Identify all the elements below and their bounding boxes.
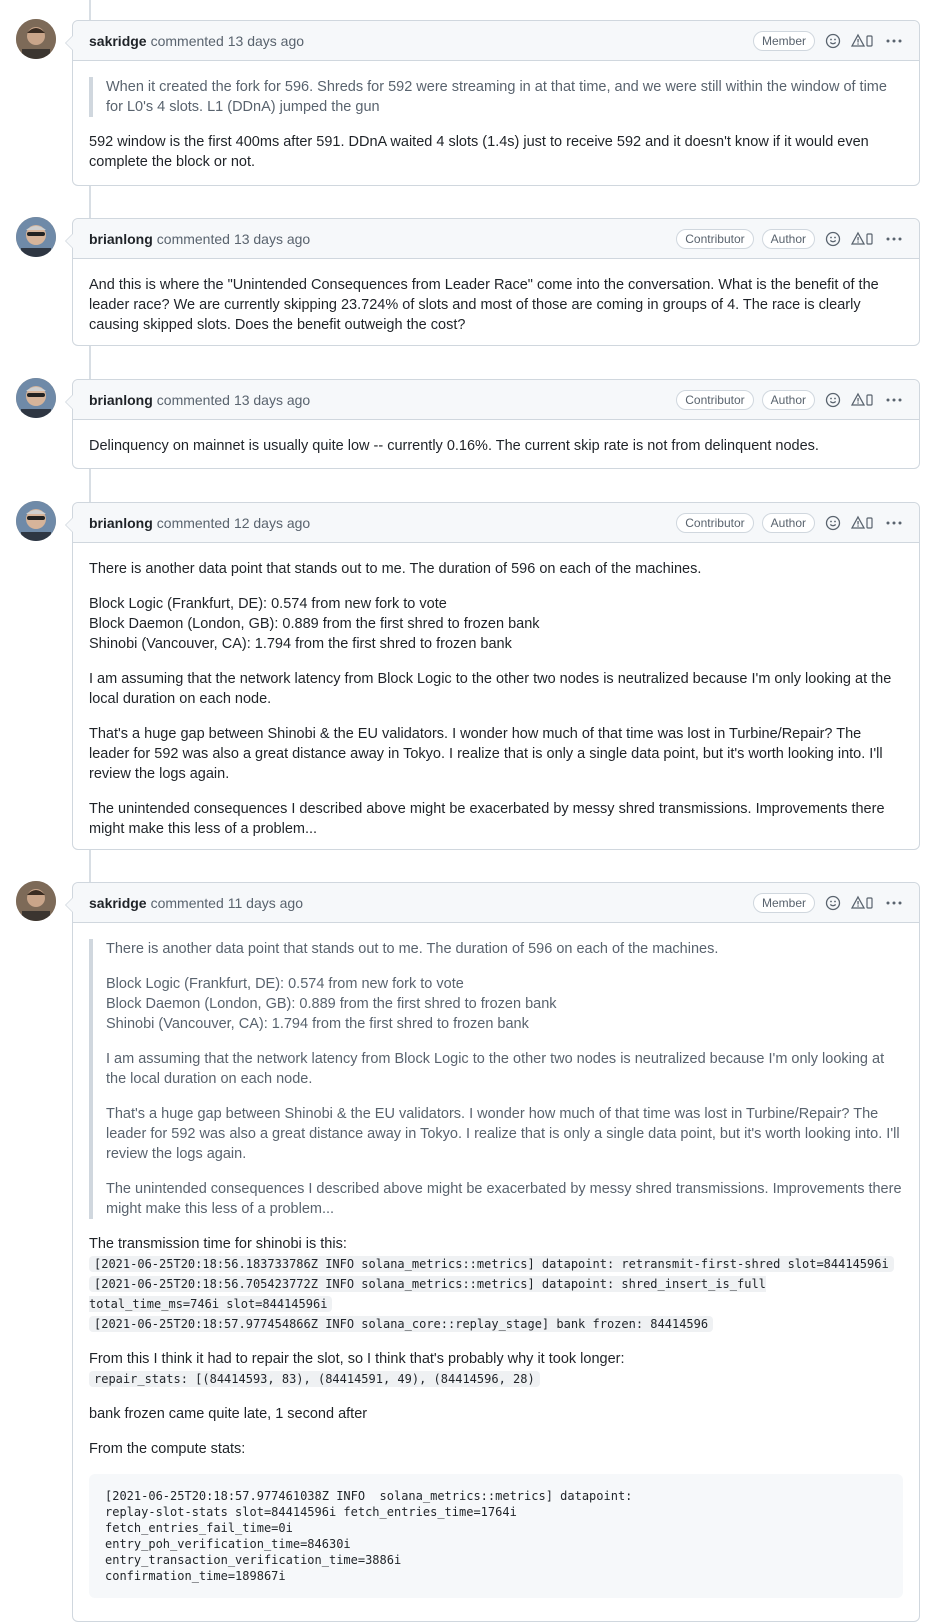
comment-author[interactable]: brianlong [89,231,153,247]
kebab-menu-icon[interactable] [885,515,903,531]
comment-box: brianlong commented 13 days ago Contribu… [65,218,920,347]
smiley-icon[interactable] [825,515,841,531]
log-line: [2021-06-25T20:18:56.183733786Z INFO sol… [89,1256,894,1272]
comment-paragraph: Delinquency on mainnet is usually quite … [89,438,819,454]
comment-author[interactable]: sakridge [89,895,147,911]
quote-paragraph: The unintended consequences I described … [106,1181,902,1217]
comment-timestamp[interactable]: 13 days ago [228,33,304,49]
comment-author[interactable]: brianlong [89,515,153,531]
log-line: [2021-06-25T20:18:57.977454866Z INFO sol… [89,1316,714,1332]
kebab-menu-icon[interactable] [885,231,903,247]
quote-paragraph: When it created the fork for 596. Shreds… [106,79,887,115]
code-line: replay-slot-stats slot=84414596i fetch_e… [105,1505,517,1519]
comment-header: sakridge commented 11 days ago Member [73,883,919,923]
comment-body: And this is where the "Unintended Conseq… [73,259,919,347]
transmission-label: The transmission time for shinobi is thi… [89,1236,347,1252]
comment-action: commented [156,514,230,531]
quote-line: Block Logic (Frankfurt, DE): 0.574 from … [106,976,464,992]
comment-box: brianlong commented 12 days ago Contribu… [65,502,920,851]
contributor-badge: Contributor [676,512,754,533]
quote-line: Shinobi (Vancouver, CA): 1.794 from the … [106,1016,529,1032]
copilot-icon[interactable] [851,895,875,911]
copilot-icon[interactable] [851,392,875,408]
member-badge: Member [752,892,815,913]
log-line: [2021-06-25T20:18:56.705423772Z INFO sol… [89,1276,766,1312]
smiley-icon[interactable] [825,895,841,911]
avatar[interactable] [16,881,56,921]
compute-stats-code-block[interactable]: [2021-06-25T20:18:57.977461038Z INFO sol… [89,1474,903,1598]
quote-paragraph: There is another data point that stands … [106,941,719,957]
blockquote: There is another data point that stands … [89,939,903,1219]
code-line: entry_poh_verification_time=84630i [105,1537,351,1551]
quote-line: Block Daemon (London, GB): 0.889 from th… [106,996,557,1012]
comment-timestamp[interactable]: 12 days ago [234,515,310,531]
repair-label: From this I think it had to repair the s… [89,1351,625,1367]
comment-paragraph: And this is where the "Unintended Conseq… [89,277,879,333]
comment-paragraph: The unintended consequences I described … [89,801,885,837]
member-badge: Member [752,30,815,51]
comment-action: commented [150,894,224,911]
contributor-badge: Contributor [676,389,754,410]
comment-author[interactable]: sakridge [89,33,147,49]
code-line: entry_transaction_verification_time=3886… [105,1553,402,1567]
comment-header: brianlong commented 13 days ago Contribu… [73,380,919,420]
comment-box: brianlong commented 13 days ago Contribu… [65,379,920,469]
copilot-icon[interactable] [851,33,875,49]
code-line: confirmation_time=189867i [105,1569,286,1583]
repair-stats-code: repair_stats: [(84414593, 83), (84414591… [89,1371,540,1387]
blockquote: When it created the fork for 596. Shreds… [89,77,903,117]
kebab-menu-icon[interactable] [885,33,903,49]
comment-body: There is another data point that stands … [73,543,919,851]
author-badge: Author [761,512,815,533]
comment-action: commented [156,391,230,408]
comment-body: Delinquency on mainnet is usually quite … [73,420,919,468]
comment-paragraph: I am assuming that the network latency f… [89,671,892,707]
code-line: [2021-06-25T20:18:57.977461038Z INFO sol… [105,1489,633,1503]
comment-author[interactable]: brianlong [89,392,153,408]
avatar[interactable] [16,217,56,257]
author-badge: Author [761,228,815,249]
comment-header: brianlong commented 12 days ago Contribu… [73,503,919,543]
machine-line: Block Logic (Frankfurt, DE): 0.574 from … [89,596,447,612]
comment-header: brianlong commented 13 days ago Contribu… [73,219,919,259]
machine-list: Block Logic (Frankfurt, DE): 0.574 from … [89,594,903,654]
repair-section: From this I think it had to repair the s… [89,1349,903,1389]
machine-line: Block Daemon (London, GB): 0.889 from th… [89,616,540,632]
quote-paragraph: I am assuming that the network latency f… [106,1051,885,1087]
smiley-icon[interactable] [825,33,841,49]
comment-box: sakridge commented 11 days ago Member Th… [65,882,920,1622]
code-line: fetch_entries_fail_time=0i [105,1521,293,1535]
comment-paragraph: bank frozen came quite late, 1 second af… [89,1406,368,1422]
comment-action: commented [156,230,230,247]
avatar[interactable] [16,501,56,541]
quote-machine-list: Block Logic (Frankfurt, DE): 0.574 from … [106,974,903,1034]
copilot-icon[interactable] [851,231,875,247]
transmission-section: The transmission time for shinobi is thi… [89,1234,903,1334]
comment-action: commented [150,32,224,49]
copilot-icon[interactable] [851,515,875,531]
kebab-menu-icon[interactable] [885,895,903,911]
comment-timestamp[interactable]: 13 days ago [234,231,310,247]
author-badge: Author [761,389,815,410]
avatar[interactable] [16,19,56,59]
comment-body: There is another data point that stands … [73,923,919,1610]
machine-line: Shinobi (Vancouver, CA): 1.794 from the … [89,636,512,652]
comment-header: sakridge commented 13 days ago Member [73,21,919,61]
comment-paragraph: 592 window is the first 400ms after 591.… [89,134,869,170]
smiley-icon[interactable] [825,392,841,408]
comment-timestamp[interactable]: 11 days ago [228,895,303,911]
smiley-icon[interactable] [825,231,841,247]
kebab-menu-icon[interactable] [885,392,903,408]
compute-label: From the compute stats: [89,1441,246,1457]
comment-paragraph: There is another data point that stands … [89,561,702,577]
comment-body: When it created the fork for 596. Shreds… [73,61,919,184]
comment-paragraph: That's a huge gap between Shinobi & the … [89,726,883,782]
contributor-badge: Contributor [676,228,754,249]
avatar[interactable] [16,378,56,418]
comment-timestamp[interactable]: 13 days ago [234,392,310,408]
quote-paragraph: That's a huge gap between Shinobi & the … [106,1106,900,1162]
comment-box: sakridge commented 13 days ago Member Wh… [65,20,920,186]
